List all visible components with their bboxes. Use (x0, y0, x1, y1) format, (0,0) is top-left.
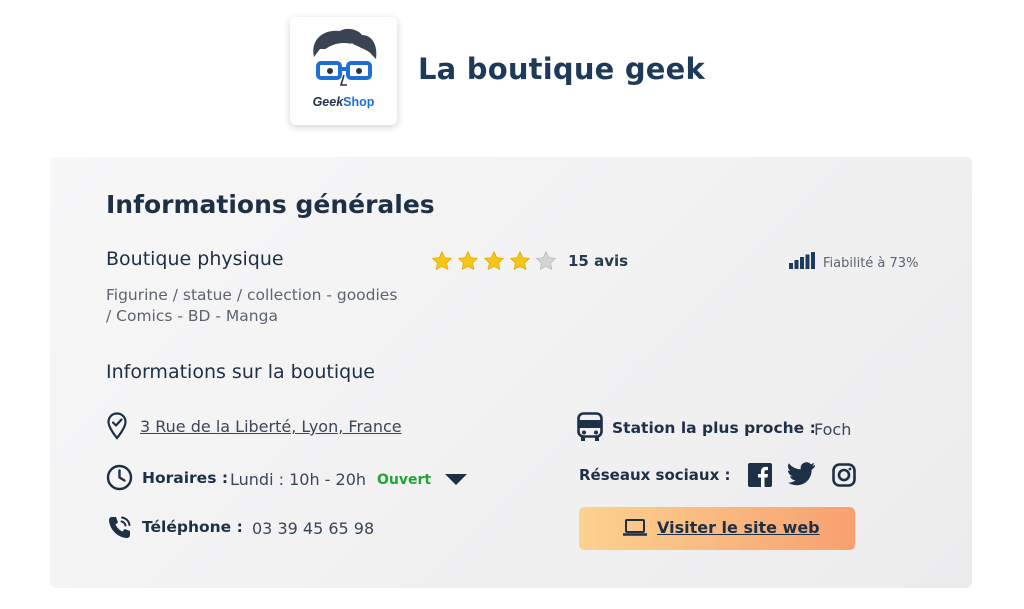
instagram-icon[interactable] (832, 463, 856, 487)
reviews-count[interactable]: 15 avis (568, 252, 628, 270)
hours-value: Lundi : 10h - 20h (230, 470, 367, 489)
shop-type: Boutique physique (106, 248, 284, 270)
shop-logo: GeekShop (290, 17, 397, 125)
laptop-icon (623, 519, 647, 536)
station-label: Station la plus proche : (612, 419, 816, 437)
clock-icon (106, 464, 133, 491)
phone-icon (109, 516, 131, 538)
page-title: La boutique geek (418, 52, 706, 86)
address-link[interactable]: 3 Rue de la Liberté, Lyon, France (140, 417, 402, 436)
star-filled-icon (431, 250, 453, 271)
star-empty-icon (535, 250, 557, 271)
open-status-badge: Ouvert (377, 472, 432, 488)
shop-categories: Figurine / statue / collection - goodies… (106, 286, 398, 325)
bus-icon (577, 412, 603, 441)
signal-bars-icon (789, 252, 815, 269)
visit-website-button[interactable]: Visiter le site web (579, 507, 855, 550)
visit-website-label: Visiter le site web (657, 518, 820, 537)
social-label: Réseaux sociaux : (579, 466, 731, 484)
station-value: Foch (814, 420, 852, 439)
phone-number[interactable]: 03 39 45 65 98 (252, 519, 374, 538)
phone-label: Téléphone : (142, 518, 243, 536)
facebook-icon[interactable] (748, 463, 772, 487)
map-pin-icon (107, 412, 127, 440)
star-filled-icon (457, 250, 479, 271)
twitter-icon[interactable] (788, 462, 816, 486)
rating-stars (431, 250, 557, 272)
geek-face-icon (313, 28, 377, 91)
hours-label: Horaires : (142, 469, 229, 487)
shop-info-heading: Informations sur la boutique (106, 361, 375, 383)
hours-dropdown-toggle[interactable] (445, 474, 467, 485)
logo-wordmark: GeekShop (312, 95, 375, 109)
reliability-score: Fiabilité à 73% (823, 256, 919, 271)
general-info-heading: Informations générales (106, 190, 435, 219)
star-filled-icon (483, 250, 505, 271)
star-filled-icon (509, 250, 531, 271)
